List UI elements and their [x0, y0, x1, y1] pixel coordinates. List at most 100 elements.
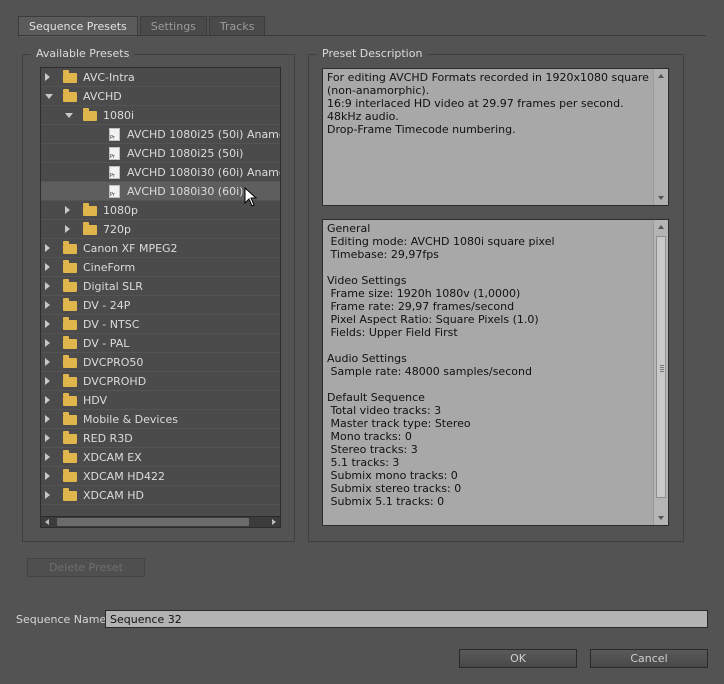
- scroll-up-arrow-icon[interactable]: [658, 225, 664, 229]
- folder-icon: [63, 450, 77, 463]
- tree-item-label: DV - 24P: [83, 299, 131, 312]
- tree-folder-row[interactable]: Canon XF MPEG2: [41, 239, 280, 258]
- tree-item-label: DVCPRO50: [83, 356, 144, 369]
- preset-file-icon: [109, 166, 120, 179]
- expand-right-arrow-icon[interactable]: [45, 263, 50, 271]
- tree-item-label: 1080p: [103, 204, 138, 217]
- description-scrollbar[interactable]: [653, 69, 668, 205]
- tree-item-label: AVCHD: [83, 90, 122, 103]
- tree-folder-row[interactable]: DV - 24P: [41, 296, 280, 315]
- expand-right-arrow-icon[interactable]: [45, 282, 50, 290]
- mouse-cursor-icon: [244, 187, 258, 207]
- scroll-down-arrow-icon[interactable]: [658, 516, 664, 520]
- expand-right-arrow-icon[interactable]: [45, 339, 50, 347]
- tab-sequence-presets[interactable]: Sequence Presets: [18, 16, 138, 37]
- preset-description-box: For editing AVCHD Formats recorded in 19…: [322, 68, 669, 206]
- tree-item-label: HDV: [83, 394, 108, 407]
- expand-right-arrow-icon[interactable]: [45, 415, 50, 423]
- tree-folder-row[interactable]: DV - PAL: [41, 334, 280, 353]
- preset-description-title: Preset Description: [317, 47, 428, 61]
- tree-folder-row[interactable]: XDCAM HD422: [41, 467, 280, 486]
- folder-icon: [83, 108, 97, 121]
- expand-down-arrow-icon[interactable]: [65, 113, 73, 118]
- folder-icon: [63, 393, 77, 406]
- tree-folder-row[interactable]: AVC-Intra: [41, 68, 280, 87]
- folder-icon: [63, 336, 77, 349]
- tree-preset-row[interactable]: AVCHD 1080i25 (50i): [41, 144, 280, 163]
- expand-right-arrow-icon[interactable]: [65, 225, 70, 233]
- folder-icon: [63, 469, 77, 482]
- folder-icon: [63, 317, 77, 330]
- scroll-right-arrow-icon[interactable]: [272, 519, 276, 525]
- expand-right-arrow-icon[interactable]: [45, 491, 50, 499]
- scroll-left-arrow-icon[interactable]: [45, 519, 49, 525]
- folder-icon: [83, 222, 97, 235]
- expand-right-arrow-icon[interactable]: [45, 453, 50, 461]
- preset-file-icon: [109, 128, 120, 141]
- tab-divider: [18, 35, 706, 36]
- tree-folder-row[interactable]: HDV: [41, 391, 280, 410]
- scroll-down-arrow-icon[interactable]: [658, 196, 664, 200]
- scroll-thumb[interactable]: [656, 236, 666, 498]
- expand-right-arrow-icon[interactable]: [45, 301, 50, 309]
- tree-preset-row[interactable]: AVCHD 1080i25 (50i) Anamorphic: [41, 125, 280, 144]
- available-presets-title: Available Presets: [31, 47, 135, 61]
- folder-icon: [63, 70, 77, 83]
- folder-icon: [63, 412, 77, 425]
- expand-right-arrow-icon[interactable]: [45, 396, 50, 404]
- tree-folder-row[interactable]: Digital SLR: [41, 277, 280, 296]
- tree-folder-row[interactable]: 720p: [41, 220, 280, 239]
- tree-folder-row[interactable]: CineForm: [41, 258, 280, 277]
- expand-right-arrow-icon[interactable]: [45, 244, 50, 252]
- tree-folder-row[interactable]: XDCAM HD: [41, 486, 280, 505]
- preset-file-icon: [109, 185, 120, 198]
- folder-icon: [83, 203, 97, 216]
- scroll-up-arrow-icon[interactable]: [658, 74, 664, 78]
- tree-folder-row[interactable]: DV - NTSC: [41, 315, 280, 334]
- tree-folder-row[interactable]: DVCPROHD: [41, 372, 280, 391]
- cancel-button[interactable]: Cancel: [590, 649, 708, 668]
- tab-settings[interactable]: Settings: [139, 16, 207, 36]
- presets-tree[interactable]: AVC-Intra AVCHD 1080i AVCHD 1080i25 (50i) A…: [40, 67, 281, 528]
- expand-right-arrow-icon[interactable]: [45, 472, 50, 480]
- preset-details-text: General Editing mode: AVCHD 1080i square…: [327, 222, 555, 508]
- tree-item-label: XDCAM HD422: [83, 470, 165, 483]
- expand-right-arrow-icon[interactable]: [45, 358, 50, 366]
- tree-item-label: DVCPROHD: [83, 375, 147, 388]
- tree-item-label: XDCAM HD: [83, 489, 144, 502]
- tree-folder-row[interactable]: DVCPRO50: [41, 353, 280, 372]
- tree-item-label: AVCHD 1080i25 (50i) Anamorphic: [127, 128, 280, 141]
- folder-icon: [63, 279, 77, 292]
- tree-item-label: Mobile & Devices: [83, 413, 179, 426]
- scroll-thumb[interactable]: [57, 518, 249, 526]
- expand-right-arrow-icon[interactable]: [45, 377, 50, 385]
- tree-item-label: 1080i: [103, 109, 135, 122]
- tree-item-label: 720p: [103, 223, 131, 236]
- tree-folder-row[interactable]: AVCHD: [41, 87, 280, 106]
- tree-preset-row[interactable]: AVCHD 1080i30 (60i) Anamorphic: [41, 163, 280, 182]
- delete-preset-button[interactable]: Delete Preset: [27, 558, 145, 577]
- expand-down-arrow-icon[interactable]: [45, 94, 53, 99]
- tree-item-label: RED R3D: [83, 432, 133, 445]
- expand-right-arrow-icon[interactable]: [45, 434, 50, 442]
- folder-icon: [63, 431, 77, 444]
- tree-folder-row[interactable]: RED R3D: [41, 429, 280, 448]
- tree-item-label: CineForm: [83, 261, 136, 274]
- tree-folder-row[interactable]: XDCAM EX: [41, 448, 280, 467]
- tree-item-label: AVCHD 1080i30 (60i) Anamorphic: [127, 166, 280, 179]
- sequence-name-input[interactable]: [105, 610, 708, 628]
- preset-file-icon: [109, 147, 120, 160]
- folder-icon: [63, 241, 77, 254]
- tree-horizontal-scrollbar[interactable]: [41, 516, 280, 527]
- expand-right-arrow-icon[interactable]: [45, 73, 50, 81]
- tree-item-label: DV - PAL: [83, 337, 130, 350]
- tree-item-label: AVCHD 1080i30 (60i): [127, 185, 244, 198]
- presets-tree-rows: AVC-Intra AVCHD 1080i AVCHD 1080i25 (50i) A…: [41, 68, 280, 505]
- ok-button[interactable]: OK: [459, 649, 577, 668]
- expand-right-arrow-icon[interactable]: [45, 320, 50, 328]
- tree-folder-row[interactable]: 1080i: [41, 106, 280, 125]
- details-scrollbar[interactable]: [653, 220, 668, 525]
- tab-tracks[interactable]: Tracks: [208, 16, 266, 36]
- tree-folder-row[interactable]: Mobile & Devices: [41, 410, 280, 429]
- expand-right-arrow-icon[interactable]: [65, 206, 70, 214]
